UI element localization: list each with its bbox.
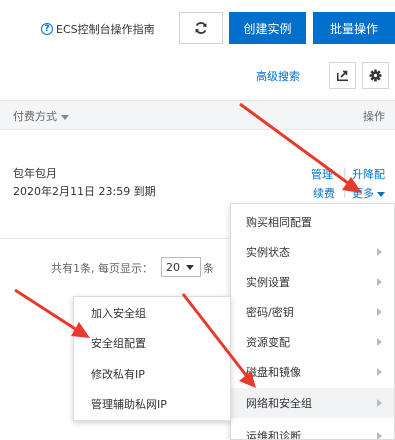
more-dropdown-link[interactable]: 更多 [352, 185, 385, 201]
page-size-select[interactable]: 20 [161, 257, 201, 277]
gear-icon [369, 69, 382, 82]
menu-item-label: 实例设置 [246, 276, 290, 289]
chevron-right-icon [377, 248, 382, 256]
chevron-right-icon [377, 308, 382, 316]
chevron-down-icon [61, 114, 69, 120]
help-guide-link[interactable]: ? ECS控制台操作指南 [41, 21, 155, 37]
chevron-right-icon [377, 399, 382, 407]
submenu-item-modify-private-ip[interactable]: 修改私有IP [74, 359, 230, 389]
upgrade-config-link[interactable]: 升降配 [352, 166, 385, 182]
chevron-right-icon [377, 432, 382, 439]
submenu-item-label: 管理辅助私网IP [91, 398, 167, 411]
refresh-button[interactable] [179, 12, 223, 44]
menu-item-label: 资源变配 [246, 336, 290, 349]
renew-link[interactable]: 续费 [313, 185, 335, 201]
menu-item-instance-status[interactable]: 实例状态 [231, 237, 394, 267]
batch-operation-button[interactable]: 批量操作 [313, 12, 395, 44]
menu-item-label: 磁盘和镜像 [246, 366, 301, 379]
menu-item-label: 购买相同配置 [246, 216, 312, 229]
more-dropdown-menu: 购买相同配置 实例状态 实例设置 密码/密钥 资源变配 磁盘和镜像 网络和安全组… [230, 203, 395, 440]
help-circle-icon: ? [41, 23, 53, 35]
menu-item-instance-settings[interactable]: 实例设置 [231, 267, 394, 297]
submenu-item-label: 安全组配置 [91, 337, 146, 350]
menu-item-network-security-group[interactable]: 网络和安全组 [231, 388, 394, 418]
help-guide-label: ECS控制台操作指南 [56, 23, 155, 36]
billing-type-cell: 包年包月 [13, 167, 57, 180]
export-button[interactable] [329, 62, 356, 89]
page-size-unit: 条 [203, 262, 214, 275]
export-icon [337, 70, 348, 81]
menu-item-disk-image[interactable]: 磁盘和镜像 [231, 357, 394, 387]
menu-item-label: 网络和安全组 [246, 397, 312, 410]
billing-method-header[interactable]: 付费方式 [13, 108, 69, 124]
billing-method-header-label: 付费方式 [13, 110, 57, 123]
menu-item-password-key[interactable]: 密码/密钥 [231, 297, 394, 327]
create-instance-button[interactable]: 创建实例 [229, 12, 306, 44]
menu-item-label: 实例状态 [246, 246, 290, 259]
chevron-right-icon [377, 368, 382, 376]
chevron-right-icon [377, 278, 382, 286]
row-divider [0, 238, 230, 239]
page-size-value: 20 [166, 260, 180, 274]
menu-item-resource-change[interactable]: 资源变配 [231, 327, 394, 357]
settings-button[interactable] [362, 62, 389, 89]
menu-item-label: 运维和诊断 [246, 430, 301, 440]
chevron-down-icon [377, 191, 385, 197]
refresh-icon [195, 22, 207, 34]
submenu-item-security-group-config[interactable]: 安全组配置 [74, 328, 230, 358]
menu-item-buy-same-config[interactable]: 购买相同配置 [231, 207, 394, 237]
chevron-right-icon [377, 338, 382, 346]
expiration-cell: 2020年2月11日 23:59 到期 [13, 185, 156, 198]
submenu-item-join-security-group[interactable]: 加入安全组 [74, 298, 230, 328]
ops-separator: | [343, 166, 347, 179]
ops-separator: | [343, 185, 347, 198]
submenu-item-manage-secondary-ip[interactable]: 管理辅助私网IP [74, 389, 230, 419]
menu-item-label: 密码/密钥 [246, 306, 294, 319]
submenu-item-label: 修改私有IP [91, 368, 145, 381]
more-label: 更多 [352, 187, 374, 200]
menu-item-ops-diagnosis[interactable]: 运维和诊断 [231, 421, 394, 440]
pagination-summary: 共有1条, 每页显示： [51, 262, 153, 275]
operations-header: 操作 [363, 110, 385, 123]
advanced-search-link[interactable]: 高级搜索 [256, 68, 300, 84]
network-security-submenu: 加入安全组 安全组配置 修改私有IP 管理辅助私网IP [73, 296, 231, 421]
manage-link[interactable]: 管理 [311, 166, 333, 182]
chevron-down-icon [186, 264, 194, 270]
submenu-item-label: 加入安全组 [91, 307, 146, 320]
